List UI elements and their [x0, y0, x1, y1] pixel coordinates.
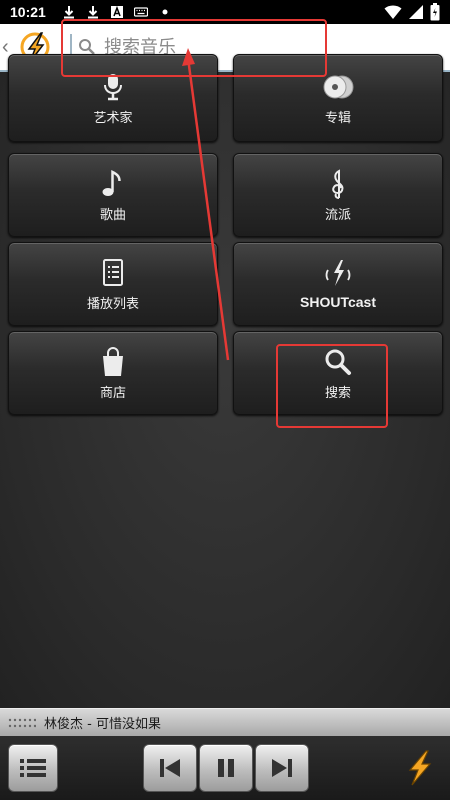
treble-clef-icon — [332, 168, 344, 199]
keyboard-icon — [133, 7, 148, 17]
tile-label: 搜索 — [324, 385, 351, 401]
album-icon — [323, 75, 354, 98]
microphone-icon — [104, 73, 122, 100]
playlist-document-icon — [103, 258, 123, 286]
next-icon — [272, 759, 292, 777]
tile-shoutcast[interactable]: SHOUTcast — [233, 242, 443, 326]
previous-button[interactable] — [143, 744, 197, 792]
download-icon — [63, 6, 74, 19]
tile-genre[interactable]: 流派 — [233, 153, 443, 237]
pause-icon — [218, 759, 234, 777]
broadcast-icon — [325, 260, 351, 286]
tile-label: 歌曲 — [99, 207, 126, 223]
wifi-icon — [384, 5, 402, 19]
signal-icon — [409, 5, 423, 19]
playlist-button[interactable] — [8, 744, 58, 792]
tile-store[interactable]: 商店 — [8, 331, 218, 415]
tile-label: 流派 — [324, 207, 351, 223]
tile-label: 商店 — [99, 385, 126, 401]
tile-label: SHOUTcast — [300, 294, 376, 310]
now-playing-title: 林俊杰 - 可惜没如果 — [44, 717, 161, 732]
status-bar: 10:21 — [0, 0, 450, 24]
tile-artist[interactable]: 艺术家 — [8, 54, 218, 142]
playback-controls — [0, 736, 450, 800]
download-icon — [87, 6, 98, 19]
now-playing-bar[interactable]: 林俊杰 - 可惜没如果 — [0, 708, 450, 736]
tile-label: 艺术家 — [93, 110, 133, 126]
library-grid: 艺术家 专辑 歌曲 流派 播放列表 SHOUTcast 商店 搜索 — [0, 54, 450, 708]
winamp-bolt-icon[interactable] — [398, 748, 438, 788]
shopping-bag-icon — [103, 346, 123, 376]
tile-search[interactable]: 搜索 — [233, 331, 443, 415]
list-icon — [20, 759, 46, 777]
status-time: 10:21 — [10, 4, 46, 20]
next-button[interactable] — [255, 744, 309, 792]
music-note-icon — [102, 169, 121, 196]
dot-icon — [162, 9, 168, 15]
tile-album[interactable]: 专辑 — [233, 54, 443, 142]
previous-icon — [160, 759, 180, 777]
tile-songs[interactable]: 歌曲 — [8, 153, 218, 237]
magnifier-icon — [325, 349, 351, 375]
battery-icon — [430, 3, 440, 21]
tile-label: 播放列表 — [86, 296, 139, 312]
drag-grip-icon[interactable] — [8, 718, 36, 728]
tile-playlist[interactable]: 播放列表 — [8, 242, 218, 326]
text-a-icon — [110, 5, 123, 18]
tile-label: 专辑 — [324, 110, 351, 126]
pause-button[interactable] — [199, 744, 253, 792]
